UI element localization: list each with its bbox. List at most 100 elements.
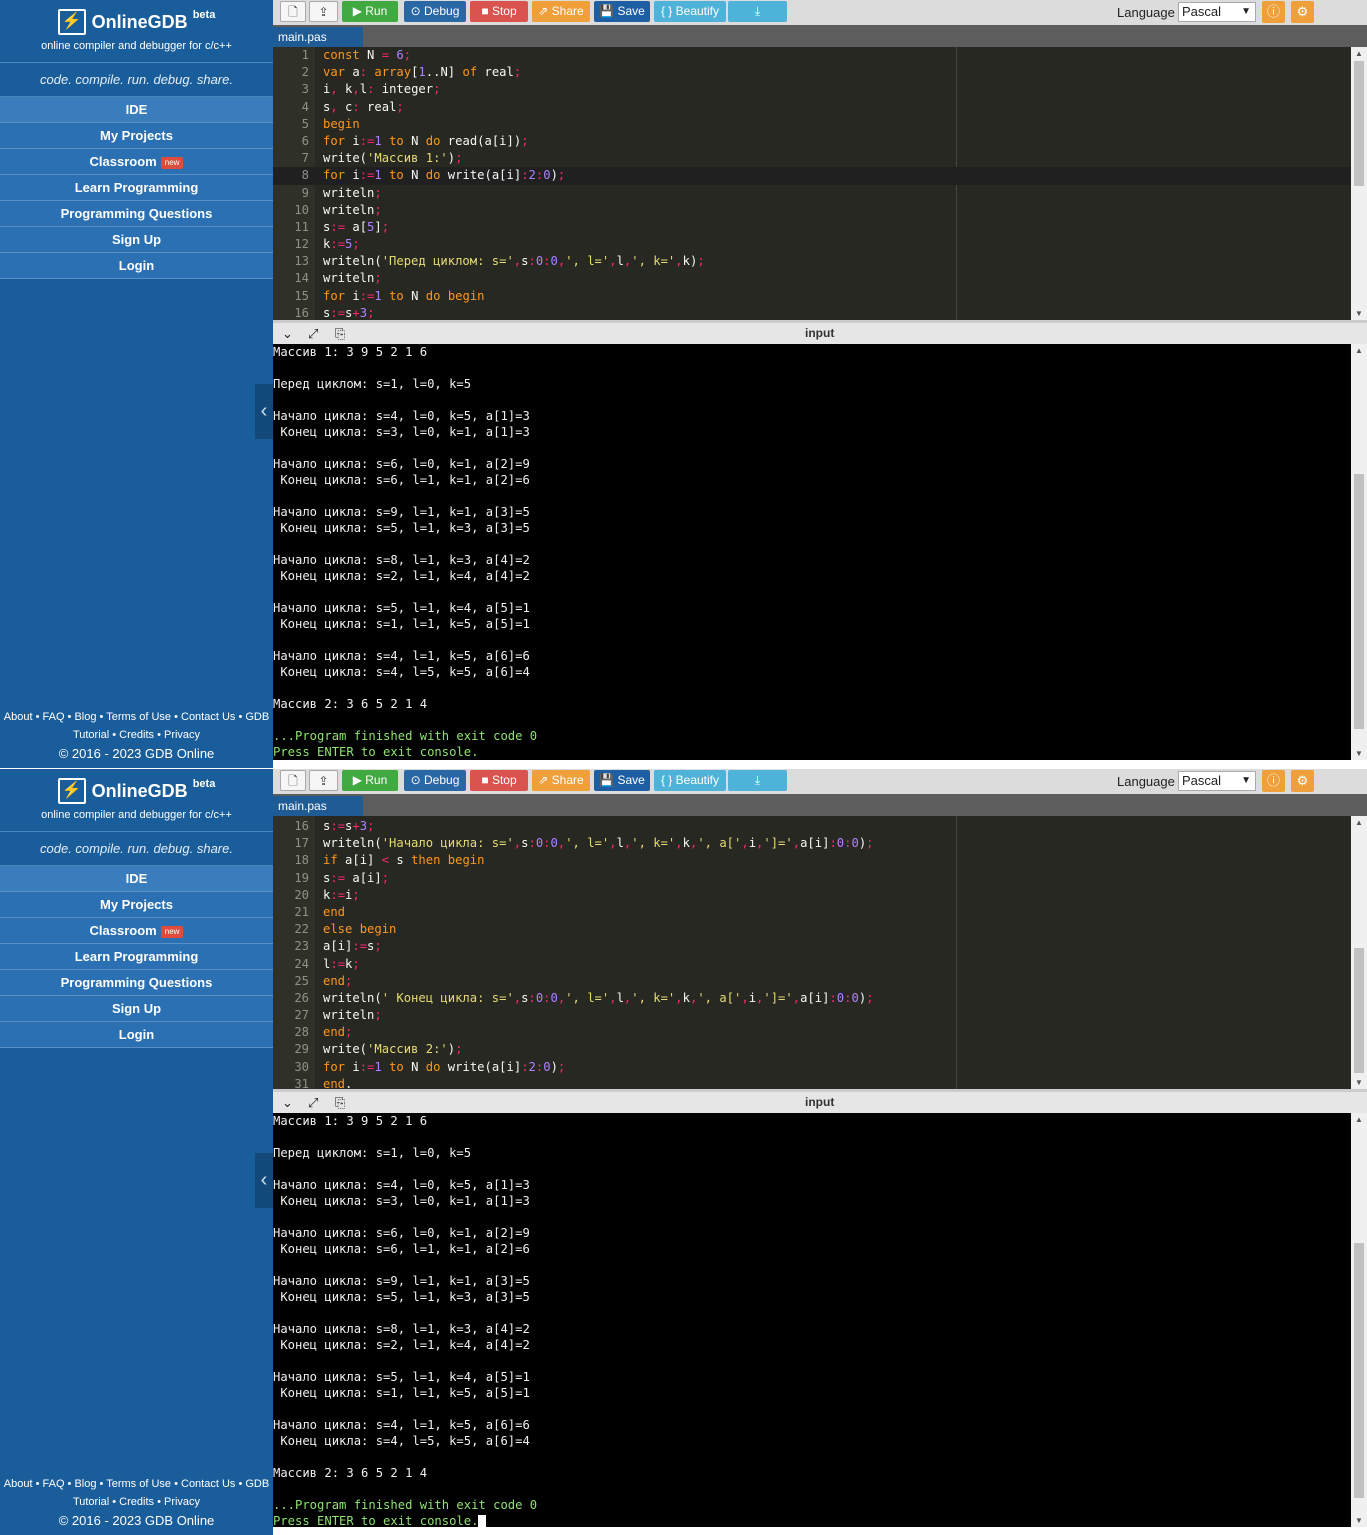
copy-icon[interactable]: ⎘ — [335, 1095, 345, 1111]
scroll-down-icon[interactable]: ▼ — [1351, 749, 1367, 758]
code-line[interactable]: 16 s:=s+3; — [273, 305, 1351, 320]
code-line[interactable]: 5 begin — [273, 116, 1351, 133]
code-line[interactable]: 22 else begin — [273, 921, 1351, 938]
code-text[interactable]: writeln; — [323, 185, 382, 202]
info-icon[interactable]: ⓘ — [1262, 1, 1285, 23]
tab-main-pas[interactable]: main.pas — [273, 27, 363, 47]
code-text[interactable]: writeln('Начало цикла: s=',s:0:0,', l=',… — [323, 835, 874, 852]
code-text[interactable]: for i:=1 to N do read(a[i]); — [323, 133, 529, 150]
scroll-up-icon[interactable]: ▲ — [1351, 49, 1367, 58]
editor-scrollbar[interactable]: ▲ ▼ — [1351, 47, 1367, 320]
code-line[interactable]: 2 var a: array[1..N] of real; — [273, 64, 1351, 81]
code-line[interactable]: 31 end. — [273, 1076, 1351, 1089]
code-line[interactable]: 6 for i:=1 to N do read(a[i]); — [273, 133, 1351, 150]
nav-item-login[interactable]: Login — [0, 253, 273, 279]
download-icon[interactable]: ⤓ — [728, 1, 787, 22]
new-file-icon[interactable]: 🗋 — [280, 770, 306, 791]
code-text[interactable]: writeln; — [323, 202, 382, 219]
code-text[interactable]: for i:=1 to N do write(a[i]:2:0); — [323, 167, 565, 184]
expand-icon[interactable]: ⤢ — [308, 1095, 318, 1111]
console-output[interactable]: Массив 1: 3 9 5 2 1 6 Перед циклом: s=1,… — [273, 344, 1367, 760]
code-editor[interactable]: 16 s:=s+3; 17 writeln('Начало цикла: s=',s:… — [273, 816, 1367, 1089]
code-line[interactable]: 24 l:=k; — [273, 956, 1351, 973]
code-line[interactable]: 10 writeln; — [273, 202, 1351, 219]
code-line[interactable]: 14 writeln; — [273, 270, 1351, 287]
code-text[interactable]: i, k,l: integer; — [323, 81, 440, 98]
code-line[interactable]: 21 end — [273, 904, 1351, 921]
beautify-button[interactable]: { } Beautify — [654, 1, 726, 22]
code-text[interactable]: s:= a[i]; — [323, 870, 389, 887]
chevron-down-icon[interactable]: ⌄ — [282, 326, 293, 342]
code-line[interactable]: 29 write('Массив 2:'); — [273, 1041, 1351, 1058]
upload-icon[interactable]: ⇪ — [309, 770, 338, 791]
nav-item-my-projects[interactable]: My Projects — [0, 892, 273, 918]
code-line[interactable]: 4 s, c: real; — [273, 99, 1351, 116]
code-line[interactable]: 17 writeln('Начало цикла: s=',s:0:0,', l=… — [273, 835, 1351, 852]
language-select[interactable]: Pascal ▼ — [1178, 771, 1256, 791]
save-button[interactable]: 💾 Save — [594, 770, 650, 791]
code-line[interactable]: 26 writeln(' Конец цикла: s=',s:0:0,', l=… — [273, 990, 1351, 1007]
scrollbar-thumb[interactable] — [1354, 61, 1364, 186]
code-line[interactable]: 8 for i:=1 to N do write(a[i]:2:0); — [273, 167, 1351, 185]
code-area[interactable]: 1 const N = 6; 2 var a: array[1..N] of real… — [273, 47, 1351, 320]
new-file-icon[interactable]: 🗋 — [280, 1, 306, 22]
collapse-sidebar-icon[interactable]: ‹ — [255, 1153, 273, 1208]
brand[interactable]: ⚡ OnlineGDB beta online compiler and debu… — [0, 0, 273, 62]
console-scrollbar[interactable]: ▲ ▼ — [1351, 344, 1367, 760]
collapse-sidebar-icon[interactable]: ‹ — [255, 384, 273, 439]
code-text[interactable]: end; — [323, 973, 352, 990]
scroll-down-icon[interactable]: ▼ — [1351, 1516, 1367, 1525]
code-text[interactable]: for i:=1 to N do write(a[i]:2:0); — [323, 1059, 565, 1076]
download-icon[interactable]: ⤓ — [728, 770, 787, 791]
scroll-up-icon[interactable]: ▲ — [1351, 1115, 1367, 1124]
code-text[interactable]: var a: array[1..N] of real; — [323, 64, 521, 81]
code-line[interactable]: 19 s:= a[i]; — [273, 870, 1351, 887]
nav-item-login[interactable]: Login — [0, 1022, 273, 1048]
code-line[interactable]: 11 s:= a[5]; — [273, 219, 1351, 236]
debug-button[interactable]: ⊙ Debug — [404, 770, 466, 791]
code-text[interactable]: writeln; — [323, 270, 382, 287]
code-line[interactable]: 13 writeln('Перед циклом: s=',s:0:0,', l=… — [273, 253, 1351, 270]
code-line[interactable]: 7 write('Массив 1:'); — [273, 150, 1351, 167]
code-text[interactable]: write('Массив 1:'); — [323, 150, 462, 167]
code-line[interactable]: 16 s:=s+3; — [273, 818, 1351, 835]
code-text[interactable]: for i:=1 to N do begin — [323, 288, 485, 305]
code-text[interactable]: s, c: real; — [323, 99, 404, 116]
footer-links-2[interactable]: Tutorial • Credits • Privacy — [0, 726, 273, 744]
footer-links[interactable]: About • FAQ • Blog • Terms of Use • Cont… — [0, 708, 273, 726]
code-text[interactable]: writeln(' Конец цикла: s=',s:0:0,', l=',… — [323, 990, 874, 1007]
gear-icon[interactable]: ⚙ — [1291, 1, 1314, 23]
code-text[interactable]: s:=s+3; — [323, 305, 374, 320]
nav-item-ide[interactable]: IDE — [0, 866, 273, 892]
share-button[interactable]: ⇗ Share — [532, 1, 590, 22]
scroll-up-icon[interactable]: ▲ — [1351, 346, 1367, 355]
stop-button[interactable]: ■ Stop — [470, 1, 528, 22]
code-text[interactable]: begin — [323, 116, 360, 133]
stop-button[interactable]: ■ Stop — [470, 770, 528, 791]
code-line[interactable]: 27 writeln; — [273, 1007, 1351, 1024]
code-line[interactable]: 12 k:=5; — [273, 236, 1351, 253]
gear-icon[interactable]: ⚙ — [1291, 770, 1314, 792]
nav-item-learn-programming[interactable]: Learn Programming — [0, 944, 273, 970]
run-button[interactable]: ▶ Run — [342, 1, 398, 22]
share-button[interactable]: ⇗ Share — [532, 770, 590, 791]
scrollbar-thumb[interactable] — [1354, 948, 1364, 1073]
run-button[interactable]: ▶ Run — [342, 770, 398, 791]
beautify-button[interactable]: { } Beautify — [654, 770, 726, 791]
info-icon[interactable]: ⓘ — [1262, 770, 1285, 792]
code-text[interactable]: s:= a[5]; — [323, 219, 389, 236]
save-button[interactable]: 💾 Save — [594, 1, 650, 22]
console-scrollbar[interactable]: ▲ ▼ — [1351, 1113, 1367, 1527]
code-text[interactable]: s:=s+3; — [323, 818, 374, 835]
debug-button[interactable]: ⊙ Debug — [404, 1, 466, 22]
code-text[interactable]: if a[i] < s then begin — [323, 852, 484, 869]
brand[interactable]: ⚡ OnlineGDB beta online compiler and debu… — [0, 769, 273, 831]
code-text[interactable]: writeln('Перед циклом: s=',s:0:0,', l=',… — [323, 253, 705, 270]
footer-links-2[interactable]: Tutorial • Credits • Privacy — [0, 1493, 273, 1511]
code-text[interactable]: writeln; — [323, 1007, 382, 1024]
code-line[interactable]: 28 end; — [273, 1024, 1351, 1041]
code-text[interactable]: end — [323, 904, 345, 921]
code-line[interactable]: 1 const N = 6; — [273, 47, 1351, 64]
language-select[interactable]: Pascal ▼ — [1178, 2, 1256, 22]
nav-item-classroom[interactable]: Classroom new — [0, 149, 273, 175]
